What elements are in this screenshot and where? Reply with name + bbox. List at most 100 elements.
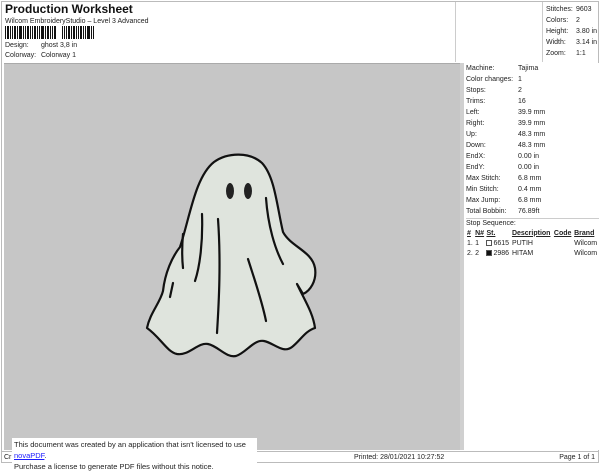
thread-description: HITAM [511, 249, 534, 257]
stat-value: 39.9 mm [518, 109, 546, 116]
stat-label: Height: [546, 28, 569, 35]
stat-label: Total Bobbin: [466, 208, 507, 215]
stat-row: Stops: 2 [466, 85, 599, 96]
stat-row: Max Stitch: 6.8 mm [466, 173, 599, 184]
stitch-cell: 6615 [485, 238, 510, 248]
stat-label: EndY: [466, 164, 485, 171]
thread-brand: Wilcom [574, 249, 598, 257]
color-swatch [486, 249, 493, 256]
stat-value: 48.3 mm [518, 142, 546, 149]
barcode-bar [37, 26, 38, 39]
stat-row: EndY: 0.00 in [466, 162, 599, 173]
needle-number: 1 [475, 239, 480, 247]
stat-value: 2 [518, 87, 522, 94]
stop-sequence-title: Stop Sequence: [466, 218, 599, 228]
stat-value: Tajima [518, 65, 539, 72]
stat-row: Colors: 2 [546, 15, 600, 26]
column-header: # [467, 229, 471, 237]
barcode-bar [10, 26, 11, 39]
colorway-row: Colorway: Colorway 1 [5, 52, 76, 59]
barcode-bar [78, 26, 79, 39]
stat-value: 48.3 mm [518, 131, 546, 138]
barcode-bar [50, 26, 51, 39]
details-panel: Machine: Tajima Color changes: 1 Stops: 2 Trim… [460, 63, 599, 450]
notice-period: . [44, 451, 47, 460]
right-eye [244, 183, 252, 199]
stat-label: EndX: [466, 153, 486, 160]
thread-brand: Wilcom [574, 239, 598, 247]
stat-label: Trims: [466, 98, 486, 105]
stat-value: 1 [518, 76, 522, 83]
thread-description: PUTIH [511, 239, 533, 247]
barcode-bar [76, 26, 77, 39]
column-header: Brand [574, 229, 595, 237]
stat-row: Machine: Tajima [466, 63, 599, 74]
stat-label: Stops: [466, 87, 486, 94]
barcode-bar [91, 26, 92, 39]
stat-label: Up: [466, 131, 477, 138]
license-notice: This document was created by an applicat… [12, 438, 257, 473]
barcode-bar [17, 26, 18, 39]
column-header: Description [511, 229, 551, 237]
barcode-bar [80, 26, 82, 39]
stitch-cell: 2986 [485, 248, 510, 258]
barcode-bar [14, 26, 16, 39]
thread-code [553, 238, 573, 248]
stat-label: Right: [466, 120, 485, 127]
barcode-bar [32, 26, 33, 39]
stat-row: Zoom: 1:1 [546, 48, 600, 59]
stat-value: 9603 [576, 6, 592, 13]
color-swatch [486, 239, 493, 246]
footer-left: Cr [4, 454, 12, 461]
barcode-bar [71, 26, 72, 39]
stat-value: 0.00 in [518, 153, 540, 160]
barcode-bar [25, 26, 26, 39]
stat-row: Up: 48.3 mm [466, 129, 599, 140]
stat-label: Colors: [546, 17, 569, 24]
design-row: Design: ghost 3,8 in [5, 42, 77, 49]
software-name: Wilcom EmbroideryStudio – Level 3 Advanc… [5, 18, 149, 25]
table-row: 2. 2 2986 HITAM Wilcom [466, 248, 599, 258]
stitch-count: 6615 [493, 239, 510, 247]
stat-label: Max Jump: [466, 197, 501, 204]
stat-value: 0.4 mm [518, 186, 542, 193]
barcode-bar [62, 26, 63, 39]
barcode-bar [7, 26, 9, 39]
barcode-bar [27, 26, 29, 39]
design-value: ghost 3,8 in [40, 42, 78, 49]
stat-label: Max Stitch: [466, 175, 501, 182]
stat-label: Width: [546, 39, 566, 46]
stat-row: Right: 39.9 mm [466, 118, 599, 129]
table-row: 1. 1 6615 PUTIH Wilcom [466, 238, 599, 248]
barcode-bar [41, 26, 44, 39]
notice-text: This document was created by an applicat… [14, 440, 246, 449]
barcode-bar [39, 26, 40, 39]
row-number: 2. [467, 249, 473, 257]
colorway-value: Colorway 1 [40, 52, 76, 59]
column-header: N# [475, 229, 485, 237]
stitch-count: 2986 [493, 249, 510, 257]
stat-label: Stitches: [546, 6, 573, 13]
barcode-bar [83, 26, 84, 39]
stop-sequence-table: # N# St. Description Code Brand 1. 1 6615 PUTIH W… [466, 228, 599, 258]
left-eye [226, 183, 234, 199]
stat-row: Total Bobbin: 76.89ft [466, 206, 599, 217]
stat-value: 3.80 in [576, 28, 598, 35]
barcode-bar [93, 26, 94, 39]
stat-value: 6.8 mm [518, 175, 542, 182]
stat-value: 3.14 in [576, 39, 598, 46]
stat-row: EndX: 0.00 in [466, 151, 599, 162]
summary-box: Stitches: 9603 Colors: 2 Height: 3.80 in Width… [455, 2, 599, 62]
barcode-bar [68, 26, 70, 39]
stat-label: Down: [466, 142, 486, 149]
stat-value: 76.89ft [518, 208, 540, 215]
novapdf-link[interactable]: novaPDF [14, 451, 44, 460]
stat-row: Trims: 16 [466, 96, 599, 107]
barcode [5, 26, 109, 39]
stat-label: Machine: [466, 65, 495, 72]
design-preview [4, 63, 460, 450]
barcode-bar [34, 26, 36, 39]
page-number: Page 1 of 1 [559, 454, 595, 461]
stat-label: Left: [466, 109, 480, 116]
column-header: St. [486, 229, 496, 237]
